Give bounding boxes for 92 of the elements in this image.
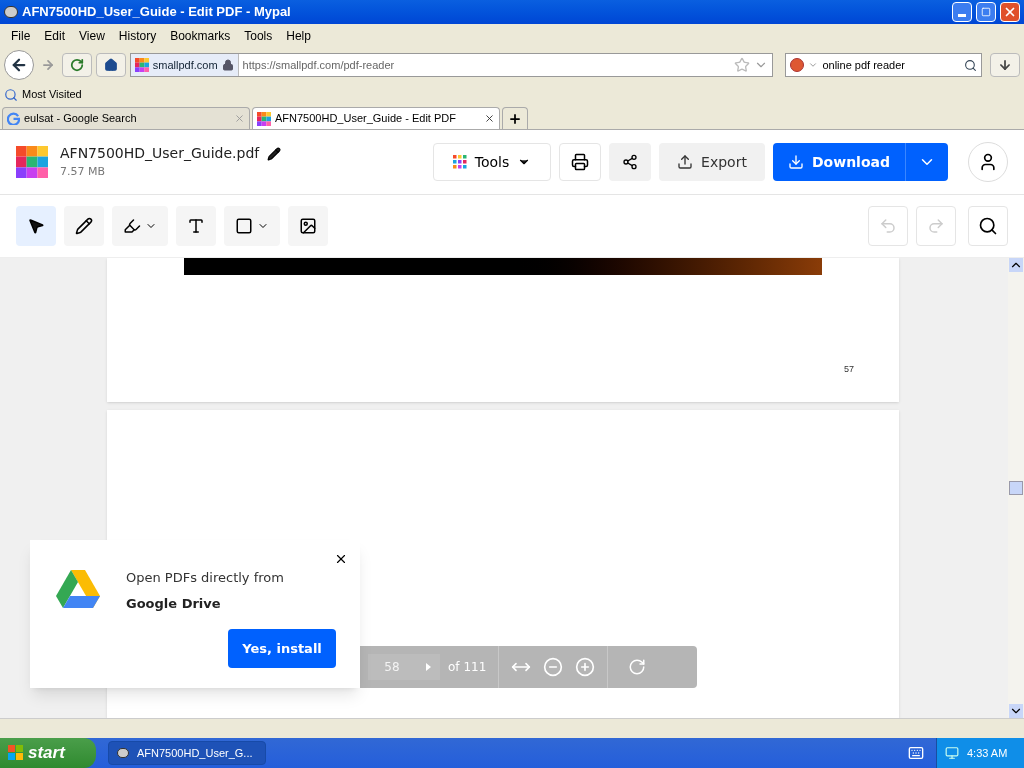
download-button[interactable]: Download: [773, 143, 906, 181]
undo-icon: [879, 217, 897, 235]
caret-icon: [808, 60, 819, 70]
tool-button[interactable]: [64, 206, 104, 246]
menu-item[interactable]: File: [4, 26, 38, 45]
site-identity[interactable]: smallpdf.com: [130, 54, 239, 76]
start-button[interactable]: start: [0, 738, 96, 768]
scroll-thumb[interactable]: [1009, 481, 1023, 495]
new-tab-button[interactable]: [502, 107, 528, 129]
page-number: 57: [844, 363, 854, 376]
menu-item[interactable]: Bookmarks: [163, 26, 238, 45]
tool-button[interactable]: [112, 206, 168, 246]
taskbar-item[interactable]: AFN7500HD_User_G...: [108, 741, 266, 765]
reload-icon: [69, 58, 84, 72]
reload-button[interactable]: [61, 53, 92, 77]
redo-icon: [927, 217, 945, 235]
search-text: online pdf reader: [822, 57, 906, 73]
browser-tab[interactable]: AFN7500HD_User_Guide - Edit PDF: [252, 107, 500, 129]
search-icon: [978, 216, 998, 236]
forward-icon: [40, 58, 55, 72]
scroll-down-icon[interactable]: [1009, 704, 1023, 718]
home-button[interactable]: [95, 53, 126, 77]
tool-button[interactable]: [288, 206, 328, 246]
star-icon: [734, 57, 751, 73]
app-logo-icon: [257, 111, 271, 126]
page-total: of 111: [448, 659, 487, 676]
share-button[interactable]: [609, 143, 651, 181]
keyboard-icon[interactable]: [908, 745, 924, 761]
plus-icon: [508, 111, 522, 126]
lock-icon: [221, 59, 234, 71]
scroll-up-icon[interactable]: [1009, 258, 1023, 272]
app-logo-icon: [134, 58, 149, 72]
tool-button[interactable]: [176, 206, 216, 246]
download-icon: [998, 58, 1012, 72]
bookmark-item[interactable]: Most Visited: [4, 86, 82, 103]
drive-logo-icon: [56, 570, 100, 608]
square-icon: [235, 217, 253, 235]
restore-button[interactable]: [976, 2, 996, 22]
menu-item[interactable]: View: [72, 26, 112, 45]
menu-item[interactable]: Edit: [37, 26, 73, 45]
share-icon: [622, 154, 638, 170]
menu-item[interactable]: History: [111, 26, 164, 45]
popup-message: Open PDFs directly from: [126, 569, 285, 587]
google-icon: [7, 112, 20, 125]
app-logo-icon: [16, 146, 48, 178]
user-icon: [978, 152, 998, 172]
text-icon: [187, 217, 205, 235]
upload-icon: [677, 154, 694, 170]
image-icon: [299, 217, 317, 235]
highlighter-icon: [123, 217, 141, 235]
grid-icon: [452, 155, 467, 169]
search-icon: [964, 58, 978, 72]
close-button[interactable]: [1000, 2, 1020, 22]
window-title: AFN7500HD_User_Guide - Edit PDF - Mypal: [22, 3, 292, 22]
next-icon: [425, 663, 431, 671]
popup-emphasis: Google Drive: [126, 594, 222, 613]
file-size: 7.57 MB: [60, 164, 107, 181]
scrollbar[interactable]: [1008, 258, 1024, 718]
minimize-button[interactable]: [952, 2, 972, 22]
search-button[interactable]: [968, 206, 1008, 246]
site-name: smallpdf.com: [152, 57, 218, 73]
print-button[interactable]: [559, 143, 601, 181]
edit-icon[interactable]: [267, 146, 282, 161]
downloads-button[interactable]: [990, 53, 1020, 77]
windows-logo-icon: [8, 745, 24, 761]
export-button[interactable]: Export: [659, 143, 765, 181]
clock: 4:33 AM: [967, 745, 1008, 761]
home-icon: [103, 58, 118, 72]
tool-button[interactable]: [16, 206, 56, 246]
tab-title: eulsat - Google Search: [24, 111, 138, 127]
close-tab-icon[interactable]: [484, 113, 495, 124]
menu-item[interactable]: Help: [279, 26, 318, 45]
browser-tab[interactable]: eulsat - Google Search: [2, 107, 250, 129]
file-name: AFN7500HD_User_Guide.pdf: [60, 144, 260, 164]
close-icon: [1003, 5, 1017, 19]
pencil-icon: [75, 217, 93, 235]
close-icon[interactable]: [334, 552, 348, 566]
tool-button[interactable]: [224, 206, 280, 246]
restore-icon: [981, 7, 991, 17]
search-field[interactable]: online pdf reader: [785, 53, 983, 77]
tools-button[interactable]: Tools: [433, 143, 551, 181]
url-text: https://smallpdf.com/pdf-reader: [241, 57, 396, 73]
back-button[interactable]: [4, 50, 34, 80]
minimize-icon: [958, 14, 966, 17]
address-field[interactable]: smallpdf.com https://smallpdf.com/pdf-reader: [129, 53, 774, 77]
download-icon: [788, 154, 804, 170]
menu-item[interactable]: Tools: [237, 26, 280, 45]
pointer-icon: [27, 217, 45, 235]
tab-title: AFN7500HD_User_Guide - Edit PDF: [275, 111, 457, 127]
network-icon[interactable]: [945, 746, 959, 760]
install-button[interactable]: Yes, install: [228, 629, 336, 668]
print-icon: [571, 153, 589, 171]
